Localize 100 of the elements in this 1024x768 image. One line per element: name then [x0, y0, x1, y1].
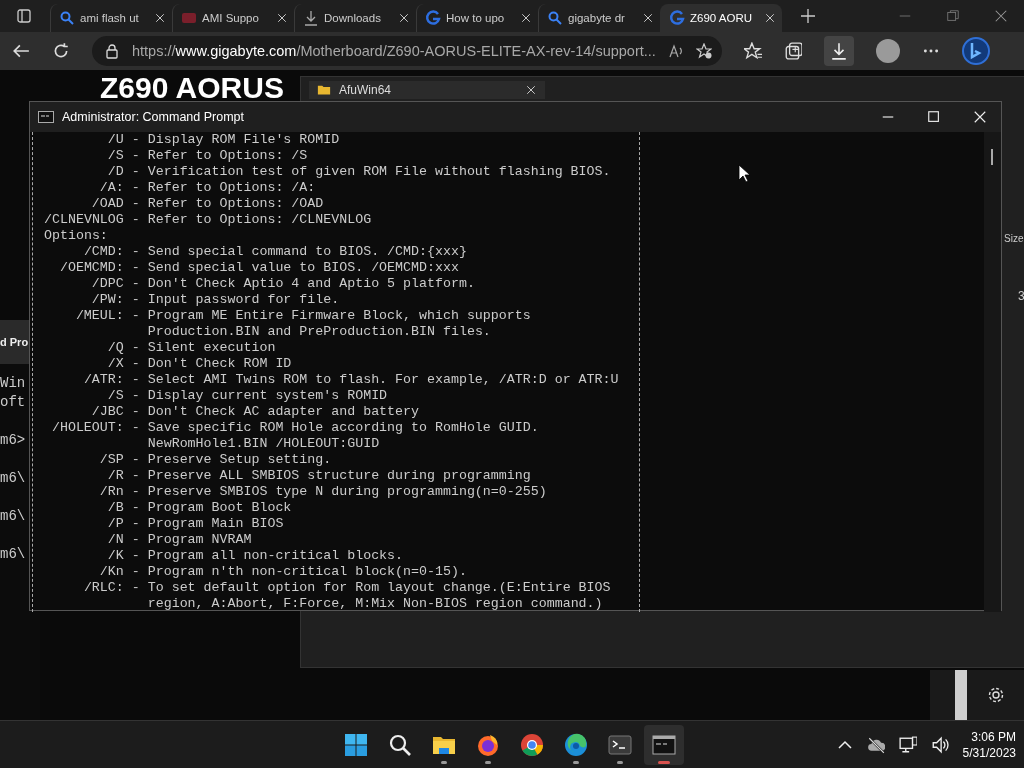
flag-description: region, A:Abort, F:Force, M:Mix Non-BIOS region command.) — [147, 596, 603, 612]
download-icon — [303, 10, 319, 26]
address-bar[interactable]: https://www.gigabyte.com/Motherboard/Z690-AORUS-ELITE-AX-rev-14/support... — [92, 36, 722, 66]
tab-close-icon[interactable] — [642, 12, 654, 24]
edge-icon[interactable] — [564, 732, 588, 757]
flag-description: - Program Main BIOS — [131, 516, 284, 532]
console-text: m6\ — [0, 470, 26, 486]
flag-label: /JBC — [90, 404, 124, 420]
search-icon — [547, 10, 563, 26]
flag-label: /A: — [98, 180, 124, 196]
new-tab-icon[interactable] — [800, 8, 816, 24]
restore-icon[interactable] — [946, 9, 960, 23]
flag-label: /ATR: — [82, 372, 124, 388]
flag-label: /CLNEVNLOG — [44, 212, 124, 228]
flag-description: - Refer to Options: /OAD — [131, 196, 324, 212]
flag-description: - Send special value to BIOS. /OEMCMD:xxx — [131, 260, 459, 276]
flag-label: /B — [106, 500, 124, 516]
flag-description: - Select AMI Twins ROM to flash. For example, /ATR:D or ATR:U — [131, 372, 619, 388]
collections-icon[interactable] — [784, 42, 802, 60]
g-logo-icon — [669, 10, 685, 26]
bing-chat-icon[interactable] — [962, 37, 990, 65]
maximize-icon[interactable] — [927, 110, 941, 124]
refresh-icon[interactable] — [52, 42, 70, 60]
tab-close-icon[interactable] — [276, 12, 288, 24]
window-title: d Pro — [0, 336, 29, 348]
console-icon[interactable] — [652, 732, 676, 757]
console-text: m6\ — [0, 508, 26, 524]
back-icon[interactable] — [12, 42, 30, 60]
tab-actions-icon[interactable] — [16, 8, 32, 24]
flag-label: /U — [106, 132, 124, 148]
flag-label: /MEUL: — [74, 308, 124, 324]
tab-close-icon[interactable] — [520, 12, 532, 24]
flag-label: /R — [106, 468, 124, 484]
chrome-icon[interactable] — [520, 732, 544, 757]
browser-tab[interactable]: Z690 AORU — [660, 4, 782, 32]
flag-label: /HOLEOUT: — [50, 420, 124, 436]
flag-description: - Program n'th non-critical block(n=0-15). — [131, 564, 467, 580]
settings-icon[interactable] — [987, 686, 1005, 704]
flag-description: - Preserve Setup setting. — [131, 452, 332, 468]
scrollbar[interactable] — [955, 670, 967, 720]
network-icon[interactable] — [898, 735, 917, 754]
flag-label: /D — [106, 164, 124, 180]
taskbar-app[interactable] — [644, 724, 684, 765]
scrollbar[interactable] — [984, 132, 1001, 612]
page-heading: Z690 AORUS — [100, 74, 284, 102]
flag-description: - Refer to Options: /S — [131, 148, 308, 164]
flag-label: /K — [106, 548, 124, 564]
mouse-cursor-icon — [738, 164, 751, 183]
flag-description: - Don't Check Aptio 4 and Aptio 5 platform. — [131, 276, 475, 292]
flag-label: /RLC: — [82, 580, 124, 596]
console-text: m6\ — [0, 546, 26, 562]
read-aloud-icon[interactable] — [667, 43, 684, 59]
flag-description: - Program all non-critical blocks. — [131, 548, 404, 564]
windows-start-icon[interactable] — [344, 732, 368, 757]
flag-label: /SP — [98, 452, 124, 468]
add-favorite-icon[interactable] — [695, 43, 712, 59]
cloud-off-icon[interactable] — [866, 735, 885, 754]
flag-label: /Q — [106, 340, 124, 356]
firefox-icon[interactable] — [476, 732, 500, 757]
flag-description: - Don't Check AC adapter and battery — [131, 404, 419, 420]
tab-close-icon[interactable] — [525, 84, 537, 96]
flag-description: Production.BIN and PreProduction.BIN files. — [147, 324, 491, 340]
tab-close-icon[interactable] — [398, 12, 410, 24]
table-cell: 3 — [1018, 289, 1024, 303]
console-icon — [38, 109, 54, 125]
flag-description: - Preserve ALL SMBIOS structure during programming — [131, 468, 531, 484]
volume-icon[interactable] — [930, 735, 949, 754]
explorer-tab[interactable]: AfuWin64 — [309, 81, 545, 99]
flag-description: - Save specific ROM Hole according to RomHole GUID. — [131, 420, 539, 436]
flag-label: /Rn — [98, 484, 124, 500]
console-text: oft — [0, 394, 26, 410]
tab-close-icon[interactable] — [764, 12, 776, 24]
terminal-icon[interactable] — [608, 732, 632, 757]
flag-label: /P — [106, 516, 124, 532]
flag-description: - Silent execution — [131, 340, 276, 356]
folder-icon — [317, 83, 331, 97]
flag-label: /OAD — [90, 196, 124, 212]
tab-close-icon[interactable] — [154, 12, 166, 24]
flag-description: - To set default option for Rom layout change.(E:Entire BIOS — [131, 580, 611, 596]
search-icon[interactable] — [388, 732, 412, 757]
window-title: Administrator: Command Prompt — [62, 110, 245, 124]
site-icon — [181, 10, 197, 26]
downloads-button[interactable] — [824, 36, 854, 66]
console-text: Win — [0, 375, 26, 391]
column-header[interactable]: Size — [1004, 233, 1024, 244]
flag-label: /S — [106, 388, 124, 404]
flag-label: /OEMCMD: — [58, 260, 124, 276]
flag-description: - Program NVRAM — [131, 532, 252, 548]
flag-label: /N — [106, 532, 124, 548]
flag-description: - Input password for file. — [131, 292, 340, 308]
lock-icon[interactable] — [104, 43, 120, 59]
profile-avatar[interactable] — [876, 39, 900, 63]
flag-label: /X — [106, 356, 124, 372]
download-icon — [830, 42, 848, 60]
clock[interactable]: 3:06 PM 5/31/2023 — [962, 728, 1016, 761]
flag-label: /Kn — [98, 564, 124, 580]
flag-label: /PW: — [90, 292, 124, 308]
favorites-icon[interactable] — [744, 42, 762, 60]
flag-description: NewRomHole1.BIN /HOLEOUT:GUID — [147, 436, 380, 452]
flag-description: - Program Boot Block — [131, 500, 292, 516]
